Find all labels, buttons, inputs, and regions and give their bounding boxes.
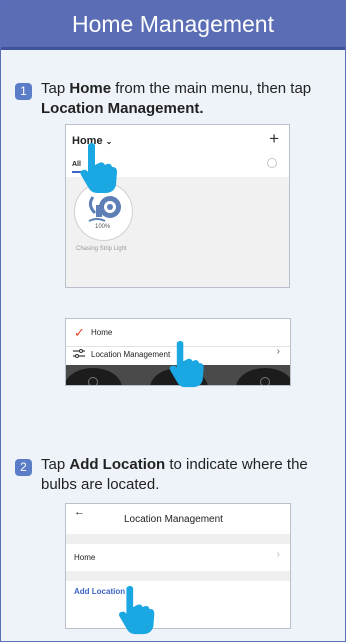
menu-item-location-management[interactable]: Location Management <box>91 350 170 359</box>
chevron-right-icon: › <box>276 549 280 560</box>
check-icon: ✓ <box>74 325 85 340</box>
instruction-page: Home Management 1 Tap Home from the main… <box>0 0 346 642</box>
section-gap <box>66 571 290 581</box>
step-1-text: Tap Home from the main menu, then tap Lo… <box>41 80 312 117</box>
screen-title: Location Management <box>124 514 223 525</box>
header-divider <box>1 47 345 50</box>
chevron-right-icon: › <box>276 346 280 357</box>
step-1-number: 1 <box>15 83 32 100</box>
step-2-text: Tap Add Location to indicate where the b… <box>41 456 308 493</box>
tap-hand-icon <box>169 340 204 388</box>
menu-item-home[interactable]: Home <box>91 328 112 337</box>
settings-icon[interactable] <box>267 158 277 168</box>
device-name: Chasing Strip Light <box>76 246 127 252</box>
location-item-home[interactable]: Home <box>74 553 95 562</box>
bulb-icon-1 <box>88 377 98 385</box>
section-gap <box>66 534 290 544</box>
tap-hand-icon <box>80 143 117 193</box>
location-management-screenshot: ← Location Management Home › Add Locatio… <box>65 503 291 629</box>
back-arrow-icon[interactable]: ← <box>74 506 85 518</box>
device-percent: 100% <box>95 224 111 230</box>
page-title: Home Management <box>1 1 345 47</box>
tap-hand-icon <box>119 585 155 635</box>
add-icon[interactable]: + <box>269 129 279 149</box>
location-settings-icon <box>73 349 85 358</box>
step-2-number: 2 <box>15 459 32 476</box>
bulb-icon-3 <box>260 377 270 385</box>
